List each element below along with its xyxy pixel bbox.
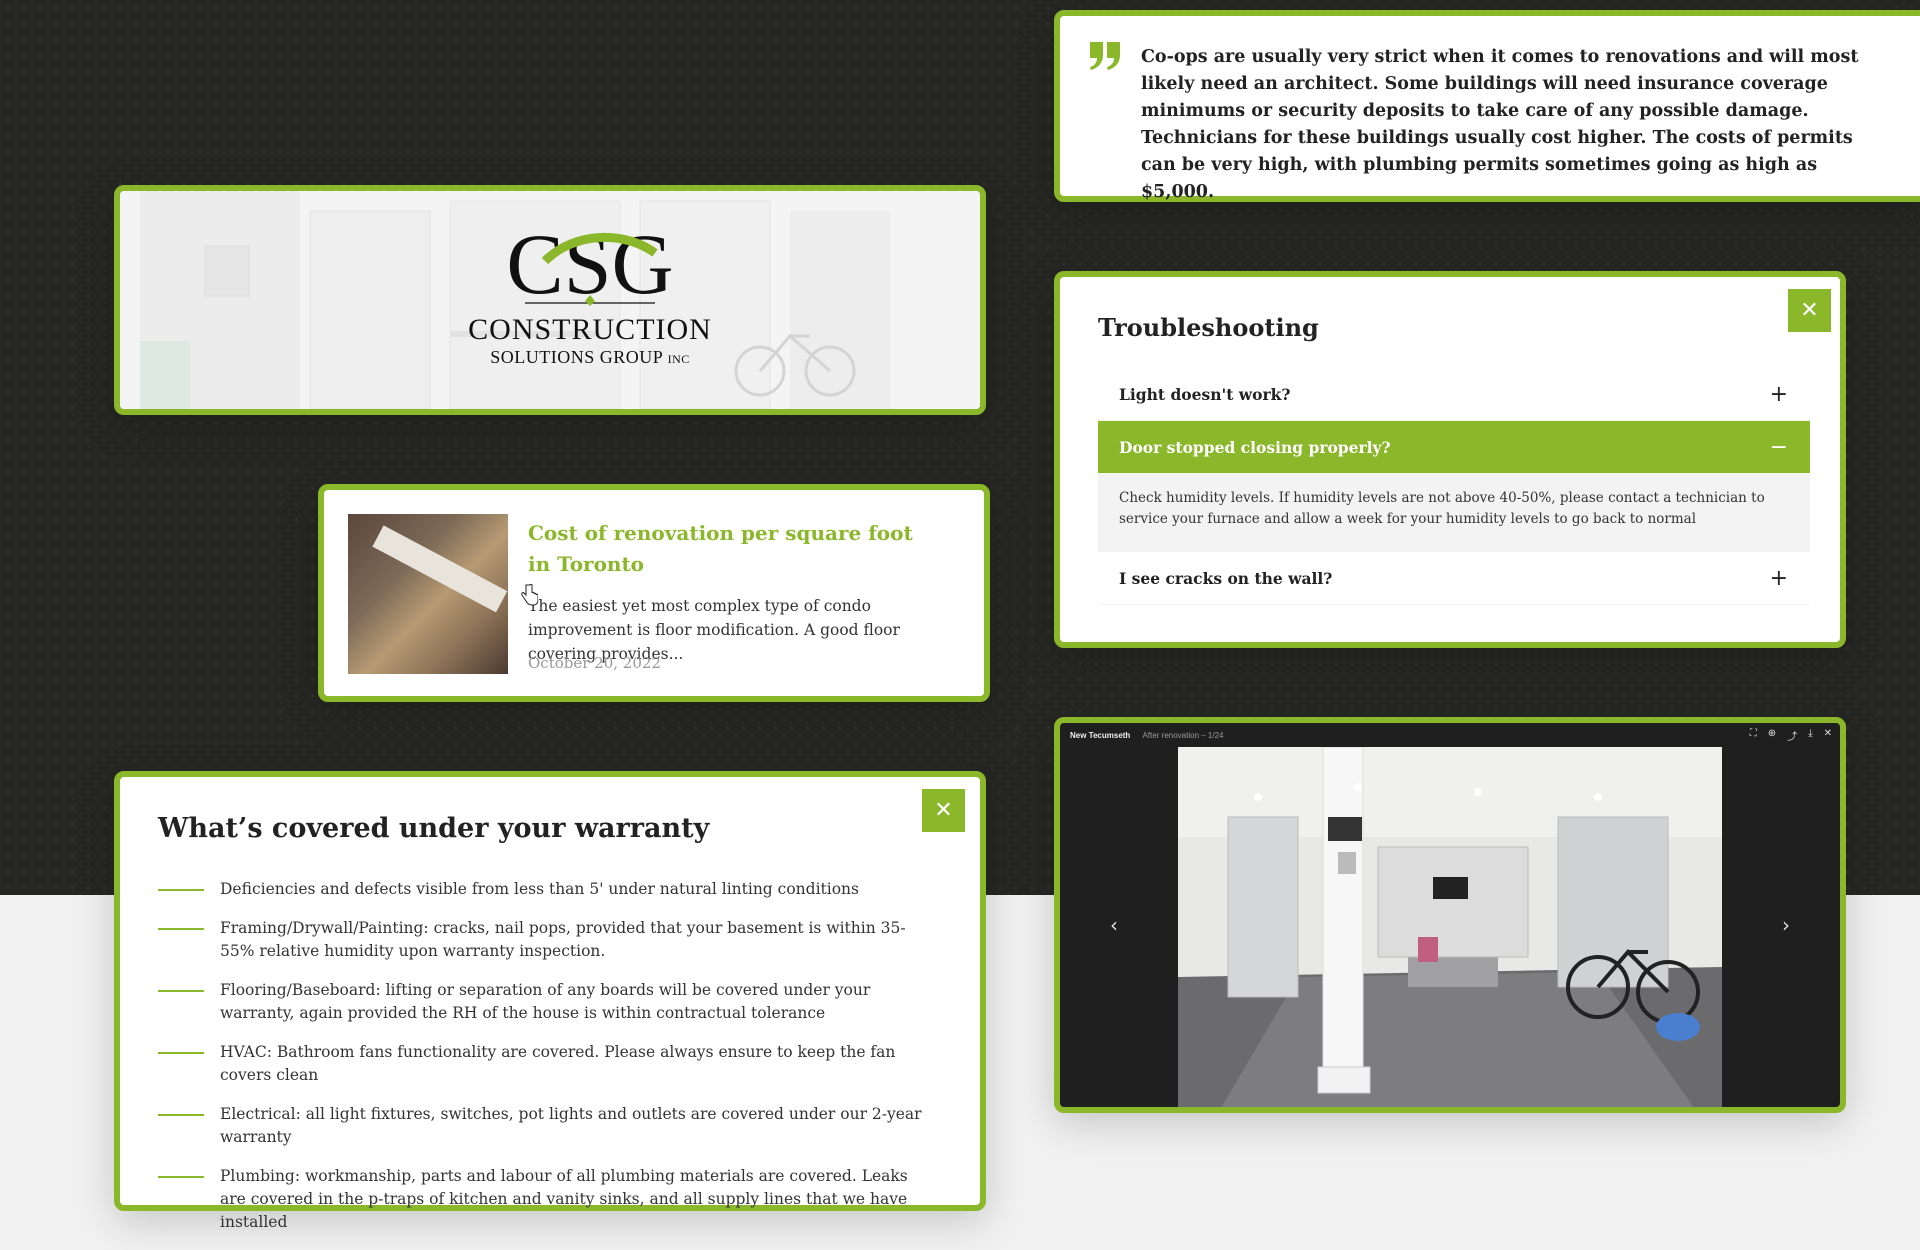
zoom-icon[interactable]: ⊕ (1768, 728, 1776, 743)
minus-icon[interactable]: − (1770, 435, 1788, 460)
warranty-item: Framing/Drywall/Painting: cracks, nail p… (158, 917, 938, 963)
accordion-item-light[interactable]: Light doesn't work? + (1098, 368, 1810, 421)
quote-text: Co-ops are usually very strict when it c… (1141, 47, 1859, 202)
gallery-toolbar: ⛶ ⊕ ⤴ ⤓ ✕ (1750, 728, 1832, 743)
article-card[interactable]: Cost of renovation per square foot in To… (318, 484, 990, 702)
article-date: October 20, 2022 (528, 654, 661, 672)
logo-line-2: SOLUTIONS GROUP INC (490, 347, 690, 367)
warranty-item: Plumbing: workmanship, parts and labour … (158, 1165, 938, 1234)
gallery-subtitle: After renovation – 1/24 (1142, 731, 1224, 740)
chevron-left-icon[interactable]: ‹ (1110, 913, 1118, 937)
accordion-item-cracks[interactable]: I see cracks on the wall? + (1098, 552, 1810, 605)
warranty-item: Electrical: all light fixtures, switches… (158, 1103, 938, 1149)
gallery-header: New Tecumseth After renovation – 1/24 (1070, 731, 1224, 740)
warranty-list: Deficiencies and defects visible from le… (158, 878, 938, 1250)
quote-icon (1090, 42, 1120, 70)
warranty-close-button[interactable]: ✕ (922, 789, 965, 832)
warranty-card: What’s covered under your warranty ✕ Def… (114, 771, 986, 1231)
csg-monogram-logo: CSG (506, 216, 673, 312)
accordion-answer: Check humidity levels. If humidity level… (1098, 474, 1810, 552)
troubleshooting-title: Troubleshooting (1098, 313, 1319, 342)
accordion-question: Door stopped closing properly? (1119, 437, 1391, 457)
warranty-item: HVAC: Bathroom fans functionality are co… (158, 1041, 938, 1087)
accordion-item-door[interactable]: Door stopped closing properly? − (1098, 421, 1810, 474)
gallery-photo-basement[interactable] (1178, 747, 1722, 1113)
accordion-question: I see cracks on the wall? (1119, 568, 1333, 588)
warranty-item: Deficiencies and defects visible from le… (158, 878, 938, 901)
logo-monogram: CSG (506, 221, 673, 307)
troubleshooting-accordion: Light doesn't work? + Door stopped closi… (1098, 368, 1810, 605)
warranty-title: What’s covered under your warranty (158, 813, 710, 844)
logo-line-1: CONSTRUCTION (468, 313, 712, 346)
gallery-lightbox-card: New Tecumseth After renovation – 1/24 ⛶ … (1054, 717, 1846, 1113)
company-logo: CSG CONSTRUCTION SOLUTIONS GROUP INC (440, 216, 740, 368)
accordion-question: Light doesn't work? (1119, 384, 1291, 404)
share-icon[interactable]: ⤴ (1787, 728, 1797, 743)
article-title-link[interactable]: Cost of renovation per square foot in To… (528, 518, 928, 580)
warranty-item: Flooring/Baseboard: lifting or separatio… (158, 979, 938, 1025)
troubleshooting-card: Troubleshooting ✕ Light doesn't work? + … (1054, 271, 1846, 648)
fullscreen-icon[interactable]: ⛶ (1750, 728, 1757, 743)
chevron-right-icon[interactable]: › (1782, 913, 1790, 937)
troubleshooting-close-button[interactable]: ✕ (1788, 289, 1831, 332)
plus-icon[interactable]: + (1770, 566, 1788, 591)
gallery-title: New Tecumseth (1070, 731, 1131, 740)
download-icon[interactable]: ⤓ (1808, 728, 1812, 743)
hand-cursor-icon (521, 584, 538, 606)
close-icon[interactable]: ✕ (1824, 728, 1832, 743)
article-thumbnail-image[interactable] (348, 514, 508, 674)
plus-icon[interactable]: + (1770, 382, 1788, 407)
quote-card: Co-ops are usually very strict when it c… (1054, 10, 1920, 202)
logo-card: CSG CONSTRUCTION SOLUTIONS GROUP INC (114, 185, 986, 415)
